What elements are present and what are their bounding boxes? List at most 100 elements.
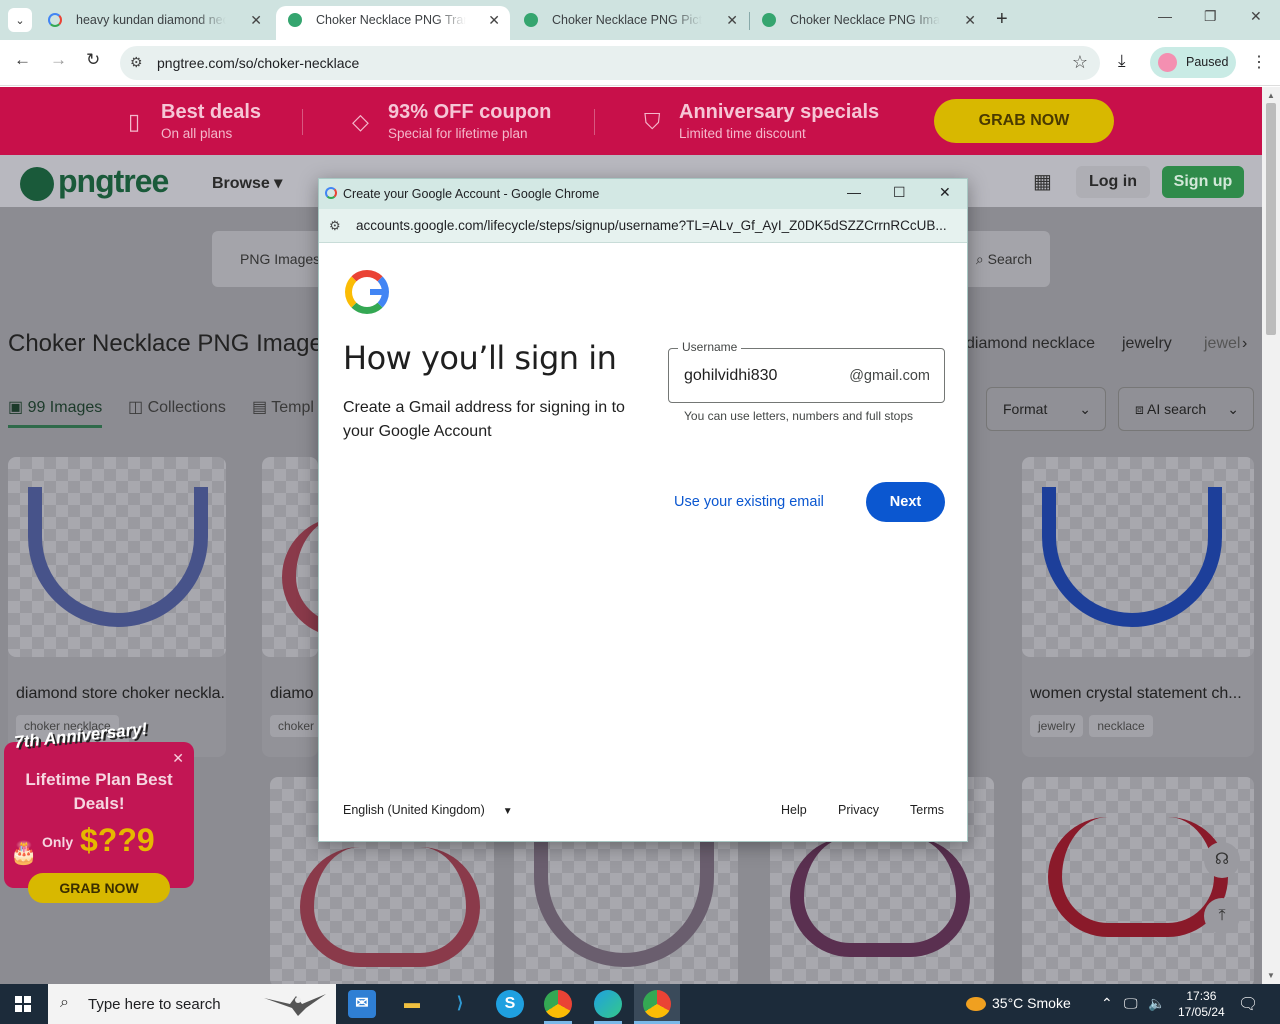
tab-templates[interactable]: ▤ Templ (252, 397, 314, 417)
weather-widget[interactable]: 35°C Smoke (966, 995, 1071, 1012)
address-bar[interactable]: ⚙ pngtree.com/so/choker-necklace ☆ (120, 46, 1100, 80)
username-label: Username (678, 340, 742, 354)
divider (302, 109, 303, 135)
privacy-link[interactable]: Privacy (838, 803, 879, 817)
close-window-icon[interactable]: ✕ (1250, 8, 1262, 25)
browser-tab-1[interactable]: heavy kundan diamond necklac ✕ (36, 6, 272, 40)
card-caption[interactable]: diamond store choker neckla... (8, 685, 226, 703)
scrollbar-thumb[interactable] (1266, 103, 1276, 335)
mail-app-icon[interactable]: ✉ (348, 990, 376, 1018)
taskbar-search[interactable]: ⌕ Type here to search (48, 984, 336, 1024)
back-to-top-icon[interactable]: ⤒ (1204, 898, 1240, 934)
coupon-tag-icon: ◇ (352, 109, 369, 134)
tab-images[interactable]: ▣ 99 Images (8, 397, 103, 428)
maximize-icon[interactable]: ☐ (893, 184, 906, 201)
file-explorer-icon[interactable]: ▬ (398, 990, 426, 1018)
signup-button[interactable]: Sign up (1162, 166, 1244, 198)
grab-now-button[interactable]: GRAB NOW (934, 99, 1114, 143)
pngtree-logo[interactable]: pngtree (20, 163, 169, 201)
image-card[interactable] (1022, 777, 1254, 987)
keyword-link[interactable]: jewel (1204, 335, 1240, 353)
page-scrollbar[interactable]: ▲ ▼ (1262, 87, 1280, 984)
site-info-icon[interactable]: ⚙ (130, 54, 143, 71)
image-card[interactable]: women crystal statement ch... jewelry nec… (1022, 457, 1254, 757)
browser-tab-4[interactable]: Choker Necklace PNG Image, C ✕ (750, 6, 986, 40)
chrome-icon[interactable] (544, 990, 572, 1018)
download-icon[interactable]: ⤓ (1118, 51, 1126, 71)
username-field[interactable]: Username @gmail.com (668, 340, 945, 403)
minimize-icon[interactable]: — (847, 184, 861, 200)
necklace-image[interactable] (1022, 457, 1254, 657)
ai-search-filter[interactable]: ⧈ AI search ⌄ (1118, 387, 1254, 431)
necklace-image[interactable] (262, 457, 318, 657)
next-button[interactable]: Next (866, 482, 945, 522)
popup-titlebar[interactable]: Create your Google Account - Google Chro… (319, 179, 967, 209)
tab-search-button[interactable]: ⌄ (8, 8, 32, 32)
tab-label: Collections (147, 399, 226, 416)
tray-chevron-icon[interactable]: ⌃ (1101, 995, 1113, 1012)
close-window-icon[interactable]: ✕ (939, 184, 951, 201)
close-icon[interactable]: ✕ (172, 750, 184, 767)
necklace-image[interactable] (8, 457, 226, 657)
search-type-select[interactable]: PNG Images (240, 251, 320, 267)
chevron-right-icon[interactable]: › (1242, 335, 1247, 353)
keyword-link[interactable]: diamond necklace (966, 335, 1095, 353)
network-icon[interactable]: 🖵 (1124, 995, 1138, 1012)
close-tab-icon[interactable]: ✕ (964, 6, 976, 34)
forward-icon[interactable]: → (50, 50, 67, 70)
browser-tab-3[interactable]: Choker Necklace PNG Picture, C ✕ (512, 6, 748, 40)
vscode-icon[interactable]: ⟩ (446, 990, 474, 1018)
edge-icon[interactable] (594, 990, 622, 1018)
profile-button[interactable]: Paused (1150, 47, 1236, 78)
search-button-label: Search (987, 251, 1032, 267)
card-caption[interactable]: diamo (262, 685, 318, 703)
browse-menu[interactable]: Browse ▾ (212, 173, 282, 193)
logo-mark-icon (20, 166, 54, 201)
scroll-down-icon[interactable]: ▼ (1267, 971, 1275, 980)
back-icon[interactable]: ← (14, 50, 31, 70)
tag[interactable]: necklace (1089, 715, 1153, 737)
tab-collections[interactable]: ◫ Collections (128, 397, 226, 417)
tag[interactable]: choker (270, 715, 318, 737)
reload-icon[interactable]: ↻ (86, 50, 100, 70)
close-tab-icon[interactable]: ✕ (726, 6, 738, 34)
image-card[interactable]: diamo choker (262, 457, 318, 757)
tab-strip: ⌄ heavy kundan diamond necklac ✕ Choker … (0, 0, 1280, 40)
help-link[interactable]: Help (781, 803, 807, 817)
close-tab-icon[interactable]: ✕ (250, 6, 262, 34)
apps-grid-icon[interactable]: ▦ (1033, 169, 1052, 194)
notification-icon[interactable]: 🗨 (1238, 994, 1258, 1014)
tag[interactable]: jewelry (1030, 715, 1084, 737)
windows-start-icon[interactable] (15, 996, 31, 1012)
volume-icon[interactable]: 🔈 (1148, 995, 1165, 1012)
address-url[interactable]: pngtree.com/so/choker-necklace (157, 55, 359, 71)
site-search-button[interactable]: ⌕ Search (976, 251, 1032, 268)
bookmark-star-icon[interactable]: ☆ (1072, 52, 1088, 73)
browser-tab-2-active[interactable]: Choker Necklace PNG Transpare ✕ (276, 6, 510, 40)
card-caption[interactable]: women crystal statement ch... (1022, 685, 1254, 703)
promo-banner: ▯ Best deals On all plans ◇ 93% OFF coup… (0, 87, 1262, 155)
login-button[interactable]: Log in (1076, 166, 1150, 198)
new-tab-icon[interactable]: + (996, 8, 1008, 31)
system-clock[interactable]: 17:36 17/05/24 (1178, 988, 1225, 1020)
keyword-link[interactable]: jewelry (1122, 335, 1172, 353)
format-filter[interactable]: Format ⌄ (986, 387, 1106, 431)
chrome-menu-icon[interactable]: ⋮ (1251, 52, 1267, 72)
search-highlight-bird-icon (264, 994, 326, 1016)
anniversary-grab-now-button[interactable]: GRAB NOW (28, 873, 170, 903)
scroll-up-icon[interactable]: ▲ (1267, 91, 1275, 100)
close-tab-icon[interactable]: ✕ (488, 6, 500, 34)
customer-service-icon[interactable]: ☊ (1204, 842, 1240, 878)
site-info-icon[interactable]: ⚙ (329, 218, 341, 234)
skype-icon[interactable]: S (496, 990, 524, 1018)
terms-link[interactable]: Terms (910, 803, 944, 817)
username-input[interactable] (684, 367, 844, 385)
use-existing-email-link[interactable]: Use your existing email (674, 494, 824, 510)
image-card[interactable]: diamond store choker neckla... choker ne… (8, 457, 226, 759)
necklace-image[interactable] (1022, 777, 1254, 987)
profile-status: Paused (1186, 55, 1229, 69)
minimize-icon[interactable]: — (1158, 8, 1172, 24)
restore-icon[interactable]: ❐ (1204, 8, 1217, 25)
chrome-profile-icon[interactable] (643, 990, 671, 1018)
language-select[interactable]: English (United Kingdom) ▼ (343, 803, 513, 817)
